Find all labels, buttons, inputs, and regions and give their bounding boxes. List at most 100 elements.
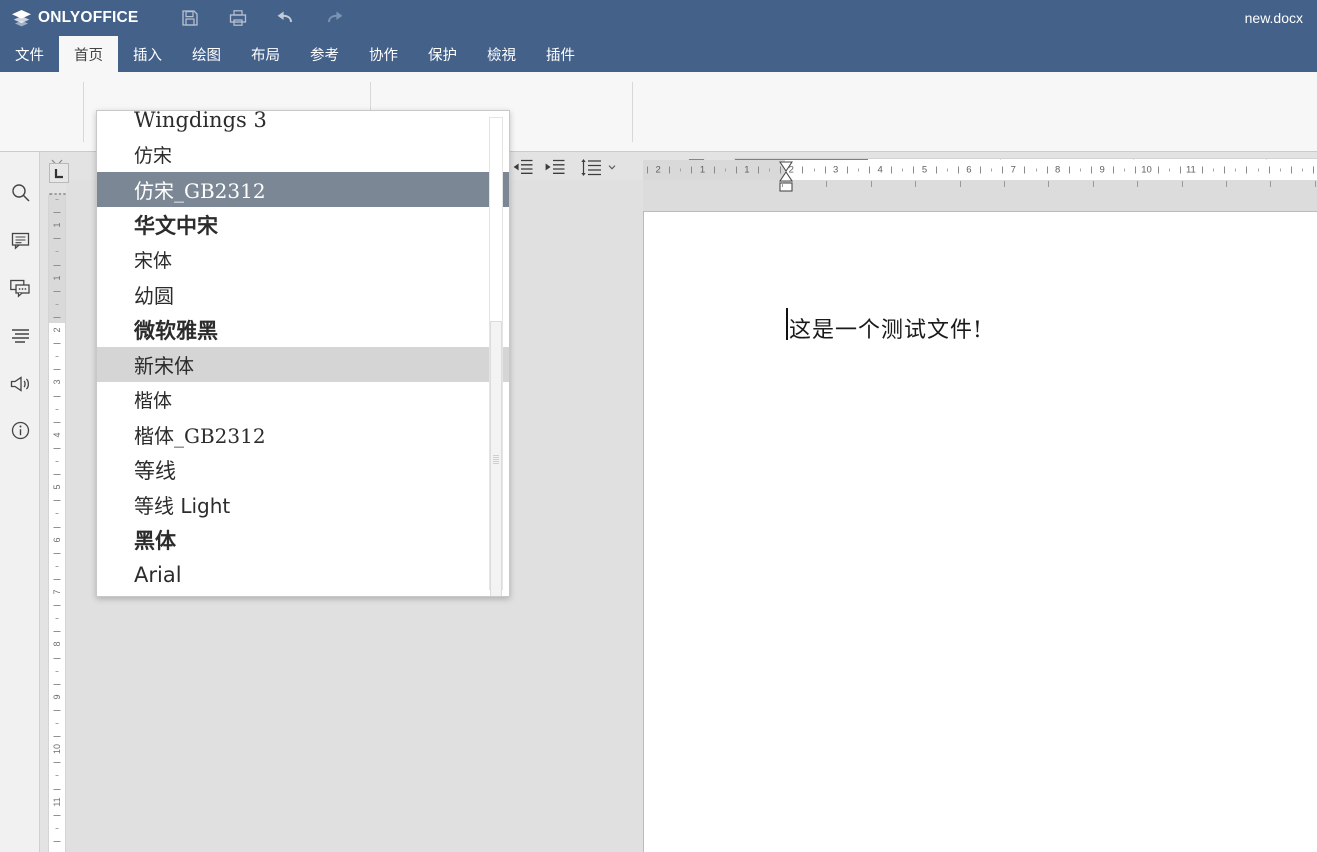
font-list-item[interactable]: 幼圆	[97, 277, 509, 312]
vertical-ruler-tick	[53, 631, 61, 633]
vertical-ruler-number: 2	[52, 327, 62, 333]
font-list-item[interactable]: 楷体_GB2312	[97, 417, 509, 452]
font-name-dropdown[interactable]: Wingdings 3 仿宋 仿宋_GB2312 华文中宋 宋体 幼圆 微软雅黑 新宋体 楷体楷…	[96, 110, 510, 597]
feedback-icon[interactable]	[6, 370, 34, 398]
vertical-ruler-tick	[53, 447, 61, 449]
vertical-ruler[interactable]: 1 1 2 3 4 5 6 7 8 9 10 11	[48, 195, 66, 852]
print-icon[interactable]	[226, 6, 250, 30]
vertical-ruler-tick	[55, 670, 59, 672]
horizontal-ruler-tick	[991, 168, 993, 172]
horizontal-ruler-tick	[1002, 166, 1004, 174]
font-list-item[interactable]: 新宋体	[97, 347, 509, 382]
vertical-ruler-tick	[53, 238, 61, 240]
horizontal-ruler-number: 11	[1185, 164, 1196, 176]
vertical-ruler-tick	[53, 343, 61, 345]
left-toolbar-rail	[0, 152, 40, 852]
vertical-ruler-tick	[55, 461, 59, 462]
vertical-ruler-number: 4	[52, 432, 62, 438]
document-paragraph[interactable]: 这是一个测试文件!	[789, 312, 983, 344]
font-list-item[interactable]: 仿宋	[97, 137, 509, 172]
font-list-item[interactable]: Arial	[97, 557, 509, 592]
tab-stop-tick	[1092, 181, 1094, 187]
horizontal-ruler-tick	[1279, 168, 1281, 172]
horizontal-ruler-tick	[1046, 166, 1048, 174]
horizontal-ruler-tick	[680, 168, 682, 172]
tab-layout[interactable]: 布局	[236, 36, 295, 72]
vertical-ruler-tick	[53, 814, 61, 816]
line-spacing-chevron-down-icon[interactable]	[604, 154, 620, 180]
horizontal-ruler[interactable]: 2 1 1 2 3 4 5 6 7 8 9 10 11	[643, 160, 1317, 192]
font-list-item[interactable]: Wingdings 3	[97, 111, 509, 137]
vertical-ruler-tick	[53, 709, 61, 711]
undo-icon[interactable]	[274, 6, 298, 30]
document-page[interactable]: 这是一个测试文件!	[643, 211, 1317, 852]
vertical-ruler-tick	[55, 251, 59, 253]
font-list-item[interactable]: 华文中宋	[97, 207, 509, 242]
vertical-ruler-tick	[53, 421, 61, 423]
font-list-item[interactable]: 等线 Light	[97, 487, 509, 522]
onlyoffice-logo-icon	[12, 9, 31, 27]
horizontal-ruler-tick	[1257, 168, 1259, 172]
vertical-ruler-number: 3	[52, 379, 62, 385]
tab-stop-tick	[1270, 181, 1272, 187]
tab-references[interactable]: 参考	[295, 36, 354, 72]
tab-stop-tick	[1314, 181, 1316, 187]
horizontal-ruler-number: 7	[1010, 164, 1016, 176]
decrease-indent-icon[interactable]	[510, 154, 536, 180]
font-list-item[interactable]: 仿宋_GB2312	[97, 172, 509, 207]
tab-stop-selector[interactable]	[49, 163, 69, 183]
page-top-margin-area	[643, 180, 1317, 211]
horizontal-ruler-tick	[1224, 166, 1226, 174]
vertical-ruler-tick	[55, 618, 59, 620]
headings-icon[interactable]	[6, 322, 34, 350]
vertical-ruler-tick	[53, 316, 61, 318]
font-list-item[interactable]: 宋体	[97, 242, 509, 277]
brand-name: ONLYOFFICE	[38, 9, 139, 26]
title-bar: ONLYOFFICE new.docx	[0, 0, 1317, 36]
tab-view[interactable]: 檢視	[472, 36, 531, 72]
tab-stop-tick	[1004, 181, 1005, 187]
vertical-ruler-tick	[55, 827, 59, 829]
chat-icon[interactable]	[6, 274, 34, 302]
vertical-ruler-tick	[55, 723, 59, 724]
font-list-scrollbar-thumb[interactable]	[490, 321, 502, 596]
horizontal-ruler-tick	[1268, 166, 1270, 174]
comment-icon[interactable]	[6, 226, 34, 254]
horizontal-ruler-tick	[857, 168, 859, 172]
document-title: new.docx	[1244, 10, 1303, 26]
horizontal-ruler-tick	[980, 166, 981, 174]
font-list-item[interactable]: 微软雅黑	[97, 312, 509, 347]
line-spacing-icon[interactable]	[578, 154, 604, 180]
font-list-scrollbar[interactable]	[489, 117, 503, 596]
font-list-item[interactable]: 黑体	[97, 522, 509, 557]
about-icon[interactable]	[6, 416, 34, 444]
tab-file[interactable]: 文件	[0, 36, 59, 72]
horizontal-ruler-tick	[691, 166, 693, 174]
horizontal-ruler-tick	[1290, 166, 1292, 174]
tab-draw[interactable]: 绘图	[177, 36, 236, 72]
tab-stop-tick	[1181, 181, 1183, 187]
tab-collaboration[interactable]: 协作	[354, 36, 413, 72]
font-list-item[interactable]: 楷体	[97, 382, 509, 417]
tab-plugins[interactable]: 插件	[531, 36, 590, 72]
tab-protection[interactable]: 保护	[413, 36, 472, 72]
vertical-ruler-tick	[53, 290, 61, 292]
horizontal-ruler-number: 5	[921, 164, 928, 176]
vertical-ruler-tick	[53, 762, 61, 764]
search-icon[interactable]	[6, 178, 34, 206]
vertical-ruler-number: 6	[52, 537, 62, 543]
horizontal-ruler-tick	[1091, 166, 1092, 174]
redo-icon[interactable]	[322, 6, 346, 30]
tab-home[interactable]: 首页	[59, 36, 118, 72]
font-list[interactable]: Wingdings 3 仿宋 仿宋_GB2312 华文中宋 宋体 幼圆 微软雅黑 新宋体 楷体楷…	[97, 111, 509, 592]
font-list-item[interactable]: 等线	[97, 452, 509, 487]
tab-insert[interactable]: 插入	[118, 36, 177, 72]
vertical-ruler-tick	[53, 578, 61, 580]
vertical-ruler-tick	[55, 565, 59, 567]
horizontal-ruler-number: 9	[1099, 164, 1105, 176]
horizontal-ruler-tick	[1246, 166, 1248, 174]
vertical-ruler-tick	[55, 199, 59, 200]
horizontal-ruler-tick	[1168, 168, 1170, 172]
save-icon[interactable]	[178, 6, 202, 30]
increase-indent-icon[interactable]	[542, 154, 568, 180]
